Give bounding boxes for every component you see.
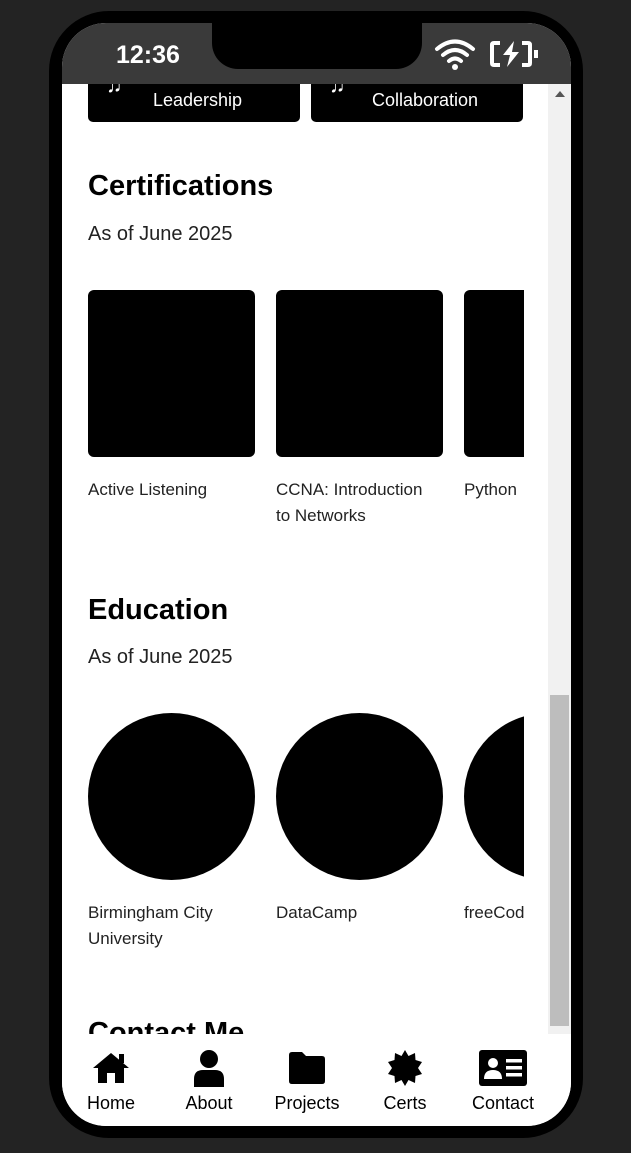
education-logo xyxy=(464,713,524,880)
education-carousel[interactable]: Birmingham City University DataCamp free… xyxy=(88,713,524,963)
cert-image xyxy=(88,290,255,457)
user-icon xyxy=(194,1050,224,1087)
skill-card-collaboration: ♫ Collaboration xyxy=(311,84,523,122)
education-card[interactable]: freeCodeCamp xyxy=(464,713,524,926)
scrollbar[interactable] xyxy=(548,84,571,1034)
education-card[interactable]: Birmingham City University xyxy=(88,713,256,952)
nav-about-label: About xyxy=(185,1093,233,1113)
wifi-icon xyxy=(435,39,475,70)
status-bar: 12:36 xyxy=(62,23,571,84)
education-title: freeCodeCamp xyxy=(464,903,524,922)
status-time: 12:36 xyxy=(116,41,180,69)
notch xyxy=(212,23,422,69)
nav-contact[interactable]: Contact xyxy=(454,1034,552,1126)
certifications-carousel[interactable]: Active Listening CCNA: Introduction to N… xyxy=(88,290,524,540)
certificate-seal-icon xyxy=(388,1050,422,1086)
nav-projects-label: Projects xyxy=(274,1093,340,1113)
cert-title: CCNA: Introduction to Networks xyxy=(276,480,423,525)
home-icon xyxy=(93,1053,129,1083)
certifications-subtitle: As of June 2025 xyxy=(88,223,233,245)
cert-image xyxy=(276,290,443,457)
cert-card[interactable]: Python xyxy=(464,290,524,503)
nav-certs[interactable]: Certs xyxy=(356,1034,454,1126)
education-title: Birmingham City University xyxy=(88,903,213,948)
nav-home-label: Home xyxy=(86,1093,135,1113)
cert-card[interactable]: CCNA: Introduction to Networks xyxy=(276,290,444,529)
skill-label-collaboration: Collaboration xyxy=(372,90,479,110)
certifications-heading: Certifications xyxy=(88,170,274,202)
scroll-up-arrow-icon[interactable] xyxy=(555,91,565,97)
nav-projects[interactable]: Projects xyxy=(258,1034,356,1126)
cert-title: Python xyxy=(464,480,517,499)
music-note-icon: ♫ xyxy=(106,84,123,97)
education-heading: Education xyxy=(88,594,229,626)
battery-charging-icon xyxy=(490,41,538,67)
scroll-content[interactable]: ♫ Leadership ♫ Collaboration Certificati… xyxy=(62,84,548,1034)
education-logo xyxy=(276,713,443,880)
scrollbar-thumb[interactable] xyxy=(550,695,569,1026)
cert-card[interactable]: Active Listening xyxy=(88,290,256,503)
skill-card-leadership: ♫ Leadership xyxy=(88,84,300,122)
skill-label-leadership: Leadership xyxy=(153,90,243,110)
bottom-navigation: Home About Projects Certs Contact xyxy=(62,1034,571,1126)
education-title: DataCamp xyxy=(276,903,358,922)
cert-image xyxy=(464,290,524,457)
folder-icon xyxy=(289,1052,325,1084)
nav-contact-label: Contact xyxy=(471,1093,535,1113)
education-logo xyxy=(88,713,255,880)
phone-screen: 12:36 ♫ Leadership ♫ Collaboration Certi… xyxy=(62,23,571,1126)
education-subtitle: As of June 2025 xyxy=(88,646,233,668)
nav-about[interactable]: About xyxy=(160,1034,258,1126)
education-card[interactable]: DataCamp xyxy=(276,713,444,926)
cert-title: Active Listening xyxy=(88,480,208,499)
music-note-icon: ♫ xyxy=(329,84,346,97)
nav-home[interactable]: Home xyxy=(62,1034,160,1126)
contact-heading: Contact Me xyxy=(88,1017,245,1034)
nav-certs-label: Certs xyxy=(383,1093,427,1113)
contact-card-icon xyxy=(479,1050,527,1086)
